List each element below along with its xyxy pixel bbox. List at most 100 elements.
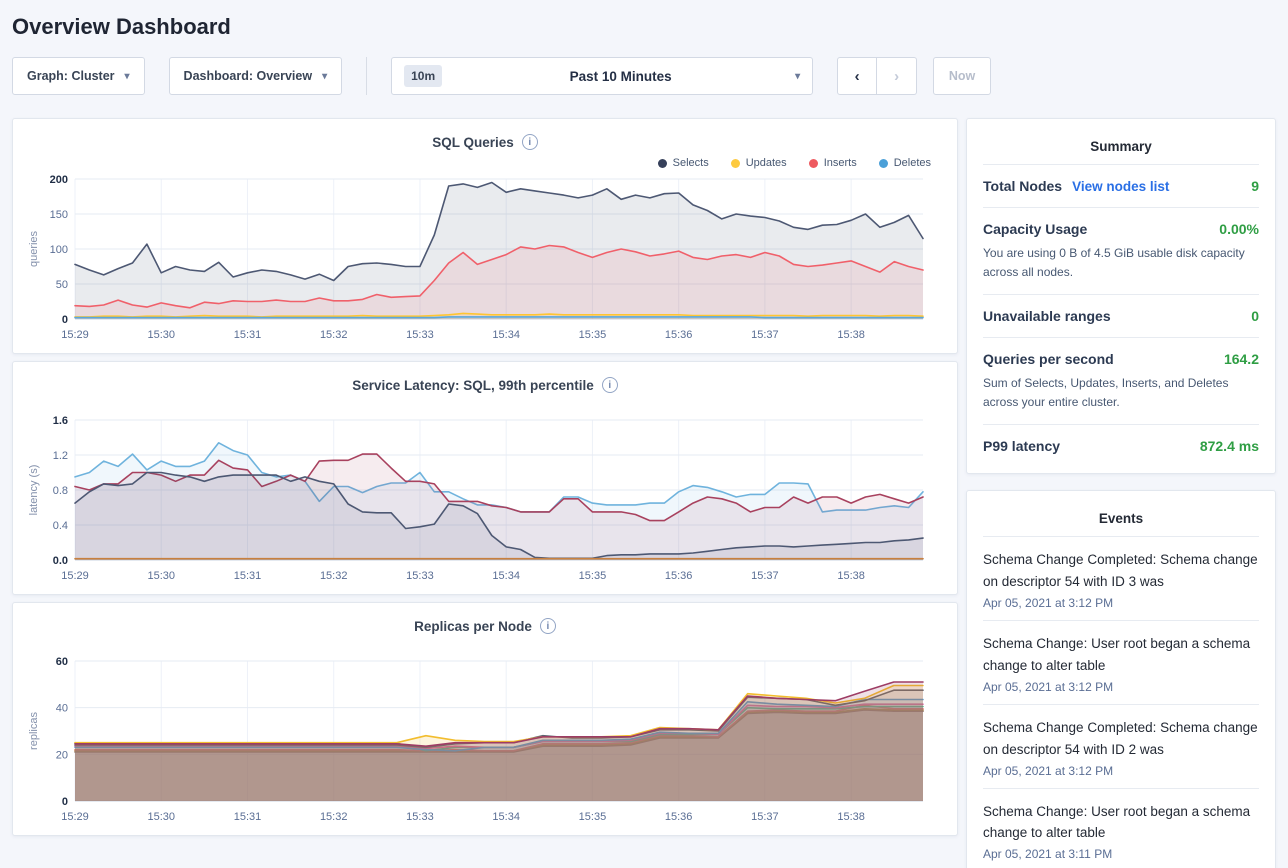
legend-dot (658, 159, 667, 168)
svg-text:15:38: 15:38 (837, 811, 865, 823)
svg-text:0.8: 0.8 (53, 485, 68, 497)
svg-text:15:35: 15:35 (579, 570, 607, 582)
svg-text:15:32: 15:32 (320, 329, 348, 341)
chart-legend: Selects Updates Inserts Deletes (25, 155, 931, 171)
svg-text:15:37: 15:37 (751, 329, 779, 341)
svg-text:60: 60 (56, 656, 68, 668)
legend-dot (879, 159, 888, 168)
svg-text:100: 100 (50, 244, 68, 256)
info-icon[interactable]: i (522, 134, 538, 150)
view-nodes-list-link[interactable]: View nodes list (1072, 179, 1169, 194)
toolbar: Graph: Cluster ▾ Dashboard: Overview ▾ 1… (12, 56, 1276, 96)
svg-text:0: 0 (62, 314, 68, 326)
chart-title-row: SQL Queries i (25, 131, 945, 153)
summary-row-capacity-usage: Capacity Usage 0.00% You are using 0 B o… (983, 207, 1259, 294)
event-text: Schema Change Completed: Schema change o… (983, 549, 1259, 593)
event-timestamp: Apr 05, 2021 at 3:12 PM (983, 764, 1259, 778)
svg-text:15:30: 15:30 (147, 329, 175, 341)
svg-text:20: 20 (56, 749, 68, 761)
dashboard-content: SQL Queries i Selects Updates Inserts (12, 118, 1276, 868)
summary-value: 872.4 ms (1200, 438, 1259, 454)
svg-text:15:29: 15:29 (61, 570, 89, 582)
svg-text:15:33: 15:33 (406, 811, 434, 823)
svg-text:40: 40 (56, 703, 68, 715)
svg-text:15:35: 15:35 (579, 329, 607, 341)
time-range-selector[interactable]: 10m Past 10 Minutes ▾ (391, 57, 813, 95)
svg-text:15:37: 15:37 (751, 811, 779, 823)
dashboard-dropdown[interactable]: Dashboard: Overview ▾ (169, 57, 343, 95)
sql-queries-chart-panel: SQL Queries i Selects Updates Inserts (12, 118, 958, 354)
summary-title: Summary (983, 133, 1259, 164)
svg-text:15:33: 15:33 (406, 329, 434, 341)
service-latency-plot[interactable]: 15:2915:3015:3115:3215:3315:3415:3515:36… (25, 412, 945, 586)
svg-text:200: 200 (50, 174, 68, 186)
svg-text:latency (s): latency (s) (28, 465, 40, 516)
chevron-down-icon: ▾ (322, 71, 327, 82)
event-timestamp: Apr 05, 2021 at 3:12 PM (983, 596, 1259, 610)
svg-text:15:31: 15:31 (234, 570, 262, 582)
time-prev-button[interactable]: ‹ (837, 57, 877, 95)
legend-dot (809, 159, 818, 168)
info-icon[interactable]: i (602, 377, 618, 393)
time-next-button[interactable]: › (877, 57, 917, 95)
legend-item-updates: Updates (731, 155, 787, 171)
svg-text:15:36: 15:36 (665, 570, 693, 582)
info-icon[interactable]: i (540, 618, 556, 634)
event-timestamp: Apr 05, 2021 at 3:12 PM (983, 680, 1259, 694)
legend-label: Inserts (824, 157, 857, 169)
summary-value: 0 (1251, 308, 1259, 324)
chart-title: Service Latency: SQL, 99th percentile (352, 378, 594, 393)
svg-text:0.0: 0.0 (53, 555, 68, 567)
legend-label: Deletes (894, 157, 931, 169)
svg-text:15:29: 15:29 (61, 811, 89, 823)
toolbar-divider (366, 57, 367, 95)
svg-text:15:38: 15:38 (837, 570, 865, 582)
legend-label: Updates (746, 157, 787, 169)
svg-text:50: 50 (56, 279, 68, 291)
svg-text:15:36: 15:36 (665, 329, 693, 341)
legend-item-selects: Selects (658, 155, 709, 171)
chart-title: SQL Queries (432, 135, 514, 150)
legend-item-deletes: Deletes (879, 155, 931, 171)
summary-value: 0.00% (1219, 221, 1259, 237)
svg-text:15:35: 15:35 (579, 811, 607, 823)
summary-label: P99 latency (983, 438, 1060, 454)
summary-label: Unavailable ranges (983, 308, 1111, 324)
events-panel: Events Schema Change Completed: Schema c… (966, 490, 1276, 868)
summary-value: 9 (1251, 178, 1259, 194)
replicas-per-node-plot[interactable]: 15:2915:3015:3115:3215:3315:3415:3515:36… (25, 653, 945, 827)
svg-text:15:31: 15:31 (234, 329, 262, 341)
svg-text:1.2: 1.2 (53, 450, 68, 462)
summary-row-p99-latency: P99 latency 872.4 ms (983, 424, 1259, 467)
side-column: Summary Total Nodes View nodes list 9 Ca… (966, 118, 1276, 868)
chart-title: Replicas per Node (414, 619, 532, 634)
event-timestamp: Apr 05, 2021 at 3:11 PM (983, 847, 1259, 861)
summary-label: Total Nodes (983, 178, 1062, 194)
sql-queries-plot[interactable]: 15:29 15:30 15:31 15:32 15:33 15:34 15:35 15:36… (25, 171, 945, 345)
now-button[interactable]: Now (933, 57, 991, 95)
legend-item-inserts: Inserts (809, 155, 857, 171)
graph-dropdown-label: Graph: Cluster (27, 69, 115, 83)
page-title: Overview Dashboard (12, 10, 1276, 50)
dashboard-dropdown-label: Dashboard: Overview (184, 69, 313, 83)
chart-title-row: Service Latency: SQL, 99th percentile i (25, 374, 945, 396)
svg-text:0.4: 0.4 (53, 520, 68, 532)
summary-row-queries-per-second: Queries per second 164.2 Sum of Selects,… (983, 337, 1259, 424)
svg-text:15:34: 15:34 (492, 329, 520, 341)
svg-text:0: 0 (62, 796, 68, 808)
summary-description: You are using 0 B of 4.5 GiB usable disk… (983, 244, 1259, 281)
summary-value: 164.2 (1224, 351, 1259, 367)
svg-text:15:29: 15:29 (61, 329, 89, 341)
svg-text:15:34: 15:34 (492, 570, 520, 582)
svg-text:1.6: 1.6 (53, 415, 68, 427)
graph-dropdown[interactable]: Graph: Cluster ▾ (12, 57, 145, 95)
time-arrow-group: ‹ › (837, 57, 917, 95)
time-range-label: Past 10 Minutes (456, 69, 785, 84)
svg-text:replicas: replicas (28, 712, 40, 750)
events-title: Events (983, 505, 1259, 536)
chart-title-row: Replicas per Node i (25, 615, 945, 637)
overview-dashboard-page: Overview Dashboard Graph: Cluster ▾ Dash… (0, 0, 1288, 868)
svg-text:15:38: 15:38 (837, 329, 865, 341)
service-latency-chart-panel: Service Latency: SQL, 99th percentile i … (12, 361, 958, 595)
summary-row-total-nodes: Total Nodes View nodes list 9 (983, 164, 1259, 207)
